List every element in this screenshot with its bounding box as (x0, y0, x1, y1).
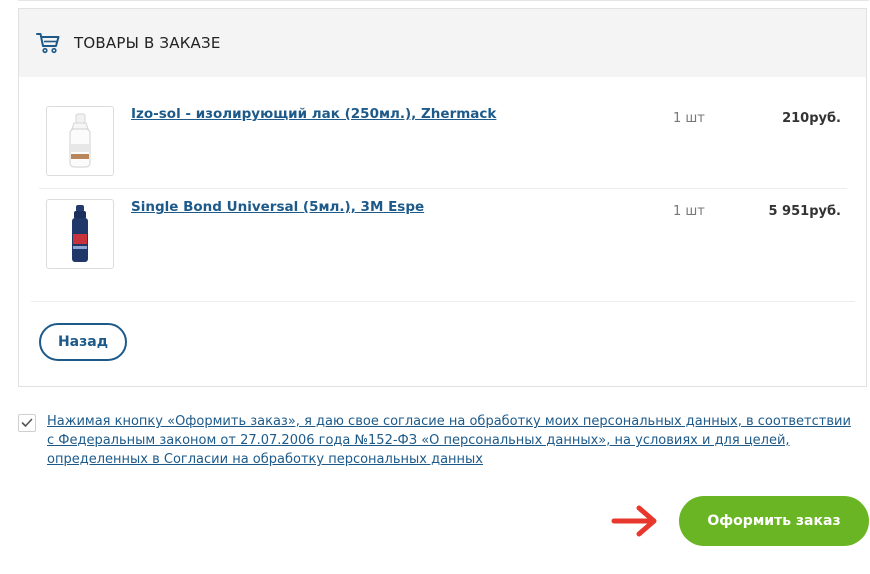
price: 5 951руб. (768, 204, 841, 219)
dark-blue-bottle-icon (72, 205, 88, 262)
checkmark-icon (21, 418, 33, 427)
panel-header: ТОВАРЫ В ЗАКАЗЕ (19, 9, 866, 77)
product-thumbnail[interactable] (46, 106, 114, 176)
consent-link[interactable]: Нажимая кнопку «Оформить заказ», я даю с… (47, 412, 855, 469)
quantity: 1 шт (673, 204, 705, 219)
cart-icon (36, 32, 60, 54)
items-divider (31, 301, 855, 302)
white-bottle-icon (69, 113, 91, 168)
product-link[interactable]: Izo-sol - изолирующий лак (250мл.), Zher… (131, 106, 496, 122)
cart-item: Izo-sol - изолирующий лак (250мл.), Zher… (39, 106, 847, 189)
product-link[interactable]: Single Bond Universal (5мл.), 3M Espe (131, 199, 424, 215)
consent-checkbox[interactable] (18, 414, 36, 432)
cart-item: Single Bond Universal (5мл.), 3M Espe 1 … (39, 199, 847, 291)
quantity: 1 шт (673, 111, 705, 126)
place-order-button[interactable]: Оформить заказ (679, 496, 869, 546)
panel-title: ТОВАРЫ В ЗАКАЗЕ (74, 34, 221, 52)
order-items-panel: ТОВАРЫ В ЗАКАЗЕ Izo-sol - изолирующий ла… (18, 8, 867, 387)
top-divider (18, 0, 869, 1)
product-thumbnail[interactable] (46, 199, 114, 269)
price: 210руб. (782, 111, 841, 126)
arrow-right-icon (611, 505, 657, 537)
back-button[interactable]: Назад (39, 323, 127, 361)
